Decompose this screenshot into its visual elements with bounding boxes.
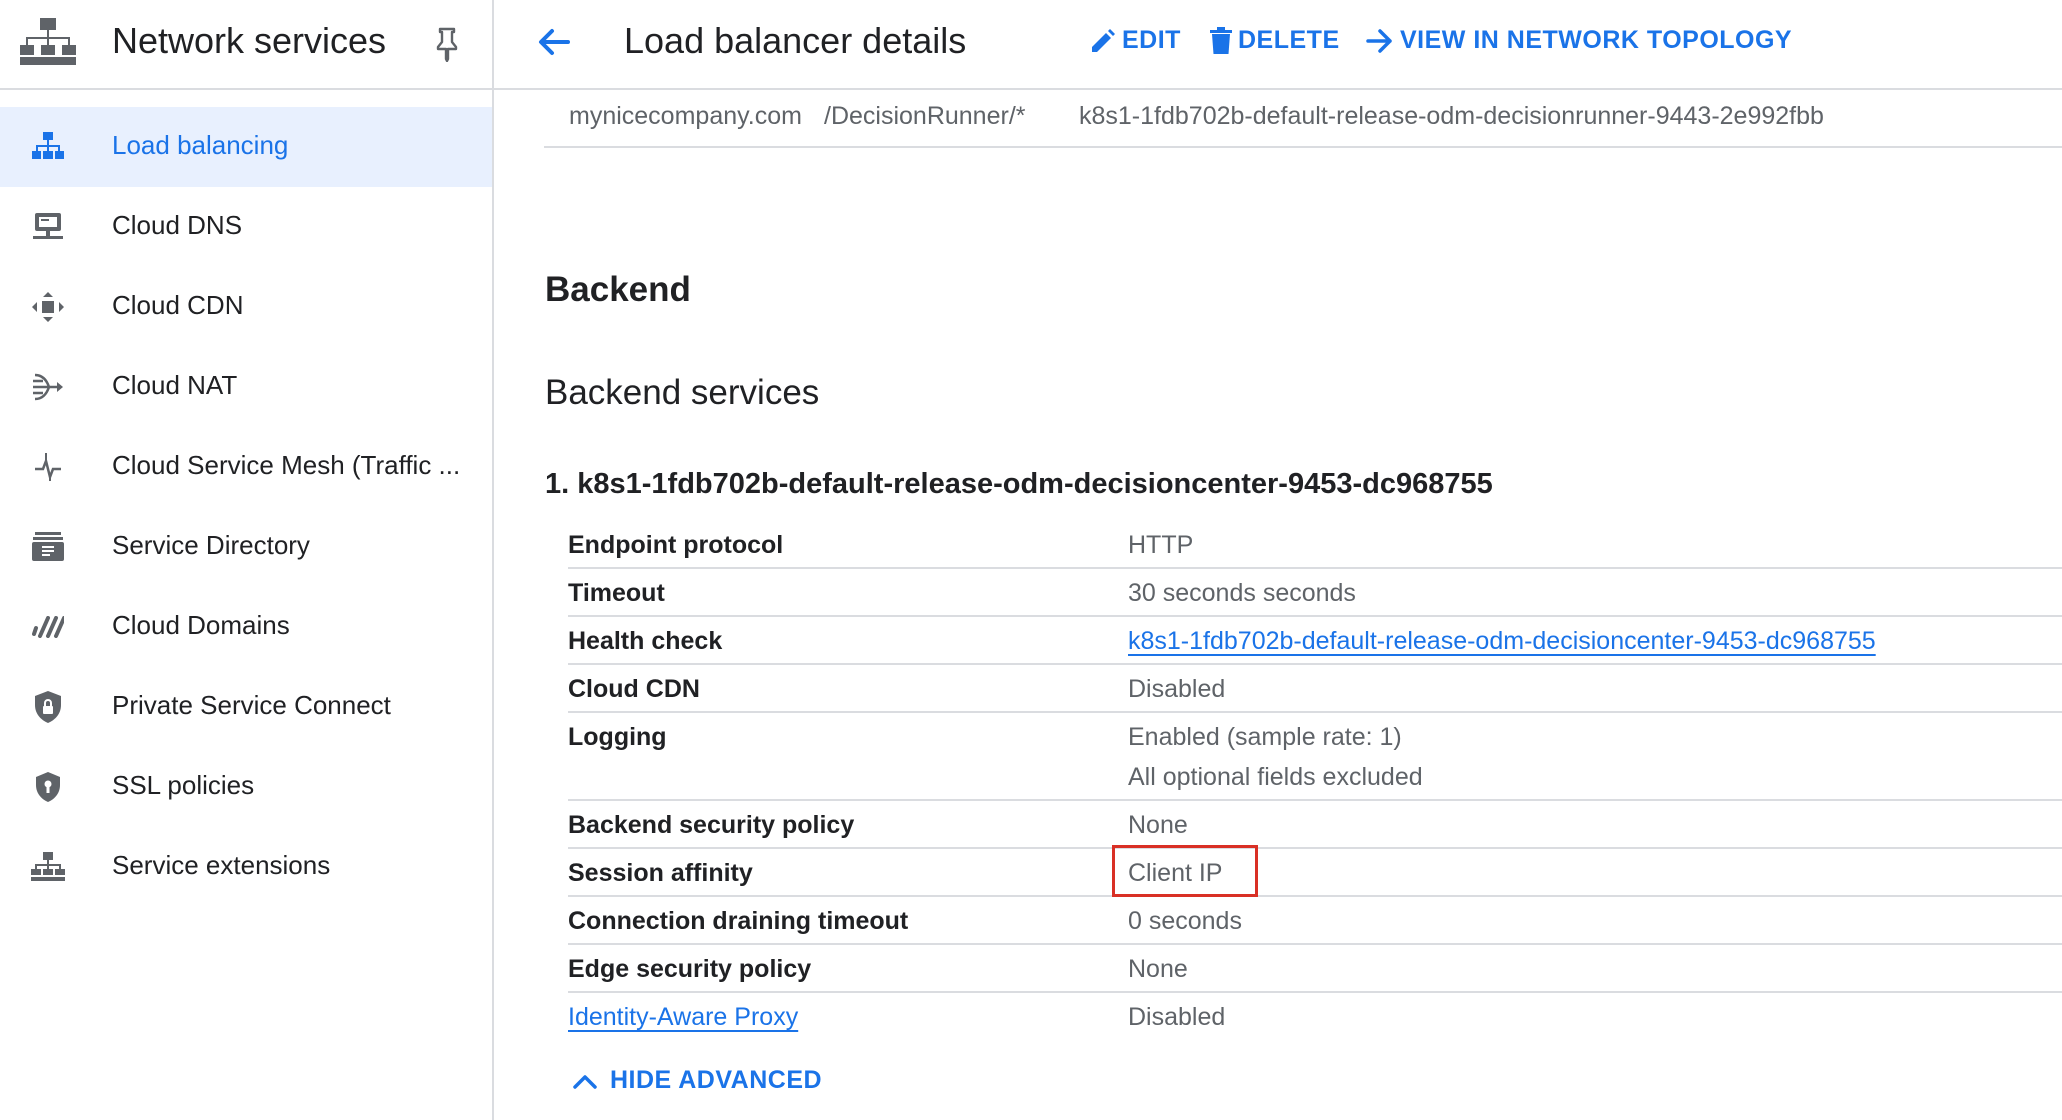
property-key: Session affinity (568, 859, 753, 887)
view-network-topology-button[interactable]: VIEW IN NETWORK TOPOLOGY (1366, 26, 1792, 55)
sidebar-nav: Load balancing Cloud DNS Cloud CDN Cloud… (0, 107, 492, 907)
sidebar-item-cloud-service-mesh[interactable]: Cloud Service Mesh (Traffic ... (0, 427, 492, 507)
property-row-connection-draining-timeout: Connection draining timeout 0 seconds (568, 897, 2062, 945)
service-extensions-icon (30, 851, 66, 883)
sidebar-item-cloud-dns[interactable]: Cloud DNS (0, 187, 492, 267)
hide-advanced-button[interactable]: HIDE ADVANCED (572, 1066, 822, 1095)
property-value-secondary: All optional fields excluded (1128, 763, 1423, 791)
property-value: None (1128, 811, 1188, 839)
property-row-endpoint-protocol: Endpoint protocol HTTP (568, 521, 2062, 569)
arrow-right-icon (1366, 28, 1392, 53)
sidebar-item-cloud-nat[interactable]: Cloud NAT (0, 347, 492, 427)
property-key: Logging (568, 723, 667, 751)
sidebar-item-private-service-connect[interactable]: Private Service Connect (0, 667, 492, 747)
property-row-edge-security-policy: Edge security policy None (568, 945, 2062, 993)
ssl-policies-icon (30, 771, 66, 803)
private-service-connect-icon (30, 691, 66, 723)
rule-backend: k8s1-1fdb702b-default-release-odm-decisi… (1079, 102, 1824, 130)
property-key: Endpoint protocol (568, 531, 784, 559)
property-value: Disabled (1128, 1003, 1226, 1031)
sidebar-item-label: Private Service Connect (112, 690, 391, 720)
property-row-backend-security-policy: Backend security policy None (568, 801, 2062, 849)
sidebar-item-ssl-policies[interactable]: SSL policies (0, 747, 492, 827)
back-arrow-icon[interactable] (534, 22, 574, 62)
sidebar-item-service-extensions[interactable]: Service extensions (0, 827, 492, 907)
edit-label: EDIT (1122, 26, 1181, 54)
delete-label: DELETE (1238, 26, 1340, 54)
backend-services-heading: Backend services (545, 373, 820, 412)
domains-icon (30, 611, 66, 643)
hide-advanced-label: HIDE ADVANCED (610, 1066, 823, 1094)
property-key: Backend security policy (568, 811, 855, 839)
sidebar-item-label: Service Directory (112, 530, 310, 560)
view-network-topology-label: VIEW IN NETWORK TOPOLOGY (1400, 26, 1793, 54)
sidebar-item-label: Cloud CDN (112, 290, 244, 320)
service-directory-icon (30, 531, 66, 563)
sidebar-item-label: Cloud Service Mesh (Traffic ... (112, 450, 461, 480)
property-value: HTTP (1128, 531, 1194, 559)
backend-heading: Backend (545, 270, 691, 309)
pencil-icon (1092, 28, 1115, 52)
property-value: 30 seconds seconds (1128, 579, 1356, 607)
property-row-cloud-cdn: Cloud CDN Disabled (568, 665, 2062, 713)
delete-button[interactable]: DELETE (1210, 26, 1340, 55)
sidebar-item-label: Service extensions (112, 850, 331, 880)
top-bar: Load balancer details EDIT DELETE VIEW I… (494, 0, 2062, 90)
property-row-timeout: Timeout 30 seconds seconds (568, 569, 2062, 617)
dns-icon (30, 211, 66, 243)
rule-host: mynicecompany.com (569, 102, 802, 130)
property-key: Timeout (568, 579, 665, 607)
property-value: Enabled (sample rate: 1) (1128, 723, 1402, 751)
property-row-health-check: Health check k8s1-1fdb702b-default-relea… (568, 617, 2062, 665)
sidebar-item-cloud-domains[interactable]: Cloud Domains (0, 587, 492, 667)
edit-button[interactable]: EDIT (1090, 26, 1181, 55)
pin-icon[interactable] (432, 26, 462, 62)
load-balancing-icon (30, 131, 66, 163)
property-value: Client IP (1128, 859, 1223, 887)
property-value: None (1128, 955, 1188, 983)
property-value: 0 seconds (1128, 907, 1242, 935)
page-title: Load balancer details (624, 20, 967, 61)
property-value: Disabled (1128, 675, 1226, 703)
sidebar-item-label: Cloud NAT (112, 370, 238, 400)
sidebar-item-label: Cloud Domains (112, 610, 290, 640)
sidebar-item-load-balancing[interactable]: Load balancing (0, 107, 492, 187)
service-mesh-icon (30, 451, 66, 483)
backend-service-properties: Endpoint protocol HTTP Timeout 30 second… (568, 521, 2062, 1041)
property-key: Edge security policy (568, 955, 812, 983)
property-row-identity-aware-proxy: Identity-Aware Proxy Disabled (568, 993, 2062, 1041)
host-path-rule-row: mynicecompany.com /DecisionRunner/* k8s1… (544, 90, 2062, 148)
identity-aware-proxy-link[interactable]: Identity-Aware Proxy (568, 1003, 798, 1032)
sidebar-header: Network services (0, 0, 494, 90)
property-key: Cloud CDN (568, 675, 700, 703)
rule-path: /DecisionRunner/* (824, 102, 1026, 130)
backend-service-title: 1. k8s1-1fdb702b-default-release-odm-dec… (545, 468, 1493, 500)
sidebar-item-cloud-cdn[interactable]: Cloud CDN (0, 267, 492, 347)
network-services-logo-icon (20, 18, 76, 65)
nat-icon (30, 371, 66, 403)
trash-icon (1210, 26, 1232, 54)
sidebar-item-label: SSL policies (112, 770, 255, 800)
sidebar-item-label: Cloud DNS (112, 210, 243, 240)
sidebar: Network services Load balancing Cloud DN… (0, 0, 494, 1120)
cdn-icon (30, 291, 66, 323)
property-row-session-affinity: Session affinity Client IP (568, 845, 2062, 897)
health-check-link[interactable]: k8s1-1fdb702b-default-release-odm-decisi… (1128, 627, 1876, 656)
sidebar-item-label: Load balancing (112, 130, 289, 160)
chevron-up-icon (573, 1074, 597, 1089)
sidebar-title: Network services (112, 20, 387, 61)
sidebar-item-service-directory[interactable]: Service Directory (0, 507, 492, 587)
main-content: mynicecompany.com /DecisionRunner/* k8s1… (494, 90, 2062, 1120)
property-key: Health check (568, 627, 723, 655)
property-key: Connection draining timeout (568, 907, 909, 935)
property-row-logging: Logging Enabled (sample rate: 1) All opt… (568, 713, 2062, 801)
